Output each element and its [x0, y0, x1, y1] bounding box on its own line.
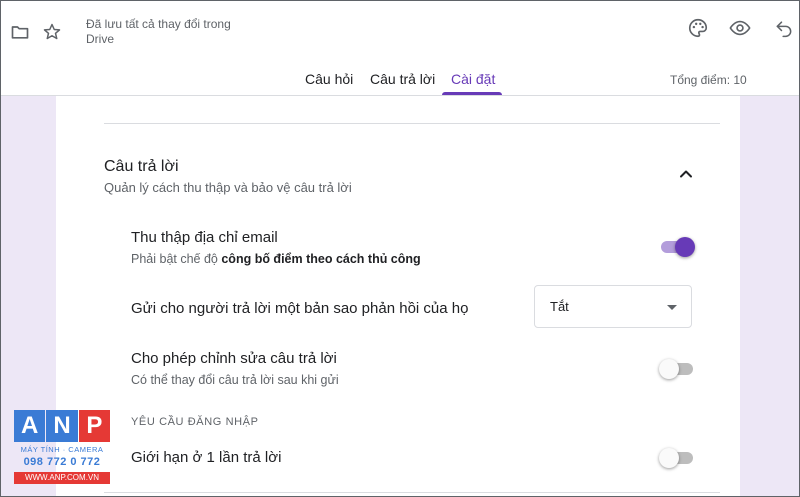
login-required-heading: YÊU CẦU ĐĂNG NHẬP — [131, 416, 259, 428]
send-copy-select[interactable]: Tắt — [534, 285, 692, 328]
tab-responses[interactable]: Câu trả lời — [370, 71, 435, 87]
logo-tagline: MÁY TÍNH · CAMERA — [20, 445, 104, 454]
collect-email-description: Phải bật chế độ công bố điểm theo cách t… — [131, 252, 421, 266]
logo-letter: A — [14, 410, 46, 442]
send-copy-label: Gửi cho người trả lời một bản sao phản h… — [131, 300, 469, 317]
google-forms-window: Đã lưu tất cả thay đổi trong Drive Câu h… — [0, 0, 800, 497]
form-header: Đã lưu tất cả thay đổi trong Drive Câu h… — [1, 1, 799, 96]
divider — [104, 492, 720, 493]
chevron-up-icon[interactable] — [676, 164, 696, 184]
manual-release-text: công bố điểm theo cách thủ công — [221, 252, 421, 266]
total-points: Tổng điểm: 10 — [670, 73, 747, 87]
section-title: Câu trả lời — [104, 158, 179, 175]
allow-edit-toggle[interactable] — [659, 359, 695, 379]
palette-icon[interactable] — [686, 16, 710, 40]
tab-settings[interactable]: Cài đặt — [451, 71, 495, 87]
active-tab-indicator — [442, 92, 502, 95]
section-subtitle: Quản lý cách thu thập và bảo vệ câu trả … — [104, 180, 352, 195]
dropdown-arrow-icon — [667, 305, 677, 310]
limit-one-response-toggle[interactable] — [659, 448, 695, 468]
send-copy-value: Tắt — [550, 299, 569, 314]
divider — [104, 123, 720, 124]
limit-one-response-label: Giới hạn ở 1 lần trả lời — [131, 449, 282, 466]
undo-icon[interactable] — [772, 16, 796, 40]
anp-watermark-logo: A N P MÁY TÍNH · CAMERA 098 772 0 772 WW… — [14, 410, 110, 486]
logo-letter: N — [46, 410, 78, 442]
star-icon[interactable] — [41, 21, 63, 43]
folder-icon[interactable] — [9, 21, 31, 43]
saved-status: Đã lưu tất cả thay đổi trong Drive — [86, 17, 231, 46]
logo-url: WWW.ANP.COM.VN — [14, 472, 110, 484]
preview-eye-icon[interactable] — [728, 16, 752, 40]
logo-phone: 098 772 0 772 — [23, 456, 101, 468]
collect-email-toggle[interactable] — [659, 237, 695, 257]
tab-questions[interactable]: Câu hỏi — [305, 71, 353, 87]
collect-email-label: Thu thập địa chỉ email — [131, 229, 278, 246]
settings-card: Câu trả lời Quản lý cách thu thập và bảo… — [56, 96, 740, 496]
allow-edit-label: Cho phép chỉnh sửa câu trả lời — [131, 350, 337, 367]
allow-edit-description: Có thể thay đổi câu trả lời sau khi gửi — [131, 373, 339, 387]
logo-letter: P — [78, 410, 110, 442]
